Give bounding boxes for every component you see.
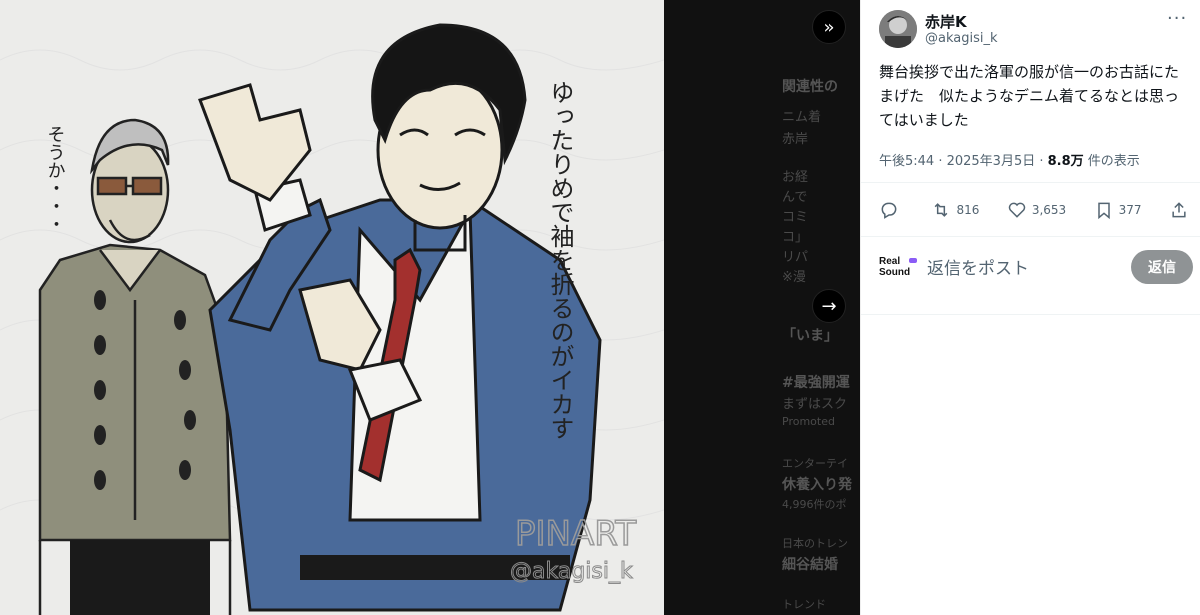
share-icon (1172, 202, 1186, 218)
reply-submit-button[interactable]: 返信 (1131, 250, 1193, 284)
backdrop-text: まずはスク (782, 397, 848, 412)
backdrop-text: エンターテイ (782, 457, 848, 470)
handwritten-text-right: ゆったりめで袖を折るのがイカす (546, 80, 574, 440)
watermark-handle: @akagisi_k (510, 559, 633, 584)
tweet-timestamp[interactable]: 午後5:44 · 2025年3月5日 · (879, 154, 1048, 169)
tweet-meta: 午後5:44 · 2025年3月5日 · 8.8万 件の表示 (879, 150, 1140, 169)
illustration-art: ゆったりめで袖を折るのがイカす そうか・・・ PINART @akagisi_k (0, 0, 664, 615)
backdrop-text: んで (782, 190, 808, 205)
backdrop-text: Promoted (782, 415, 835, 428)
logo-accent-dot (909, 258, 917, 263)
tweet-detail-pane: 赤岸K @akagisi_k ··· 舞台挨拶で出た洛軍の服が信一のお古話にたま… (860, 0, 1200, 615)
divider (861, 314, 1200, 315)
backdrop-heading: 「いま」 (782, 328, 838, 344)
chevron-double-right-icon: » (823, 16, 835, 38)
backdrop-text: トレンド (782, 598, 826, 611)
avatar-icon (879, 10, 917, 48)
arrow-right-icon: → (821, 295, 837, 317)
backdrop-text: 細谷結婚 (782, 557, 838, 573)
reply-icon (881, 202, 897, 219)
user-handle[interactable]: @akagisi_k (925, 31, 998, 46)
backdrop-text: 日本のトレン (782, 537, 848, 550)
divider (861, 236, 1200, 237)
next-image-button[interactable]: → (812, 289, 846, 323)
backdrop-text: ※漫 (782, 270, 806, 285)
like-button[interactable]: 3,653 (1007, 200, 1066, 220)
more-options-icon[interactable]: ··· (1167, 8, 1187, 29)
retweet-button[interactable]: 816 (931, 200, 979, 220)
action-bar: 816 3,653 377 (879, 198, 1189, 222)
reply-button[interactable] (879, 200, 904, 220)
watermark-signature: PINART (515, 514, 636, 554)
retweet-count: 816 (956, 203, 980, 217)
collapse-panel-button[interactable]: » (812, 10, 846, 44)
share-button[interactable] (1169, 200, 1189, 220)
backdrop-text: ニム着 (782, 110, 822, 125)
logo-text-line2: Sound (879, 267, 911, 278)
media-image[interactable]: ゆったりめで袖を折るのがイカす そうか・・・ PINART @akagisi_k (0, 0, 664, 615)
bookmark-icon (1097, 202, 1110, 220)
views-label: 件の表示 (1083, 154, 1140, 169)
handwritten-text-left: そうか・・・ (45, 125, 66, 233)
backdrop-heading: 関連性の (782, 79, 838, 95)
timeline-backdrop: 関連性の ニム着 赤岸 お経 んで コミ コ」 リパ ※漫 「いま」 #最強開運… (664, 0, 860, 615)
divider (861, 182, 1200, 183)
heart-icon (1008, 202, 1026, 218)
backdrop-text: リパ (782, 250, 809, 265)
reply-composer: Real Sound 返信をポスト 返信 (879, 248, 1193, 288)
backdrop-text: 休養入り発 (782, 477, 852, 493)
like-count: 3,653 (1031, 203, 1067, 217)
backdrop-text: 赤岸 (782, 132, 809, 147)
views-count: 8.8万 (1047, 154, 1084, 169)
backdrop-text: コ」 (782, 230, 809, 245)
display-name[interactable]: 赤岸K (925, 11, 967, 32)
retweet-icon (935, 203, 948, 217)
backdrop-text: お経 (782, 170, 809, 185)
tweet-text: 舞台挨拶で出た洛軍の服が信一のお古話にたまげた 似たようなデニム着てるなとは思っ… (879, 63, 1180, 129)
backdrop-text: #最強開運 (782, 375, 850, 391)
backdrop-text: コミ (782, 210, 809, 225)
avatar[interactable] (879, 10, 917, 48)
logo-text-line1: Real (879, 256, 901, 267)
bookmark-count: 377 (1118, 203, 1142, 217)
reply-input[interactable]: 返信をポスト (927, 254, 1029, 279)
backdrop-text: 4,996件のポ (782, 498, 847, 511)
bookmark-button[interactable]: 377 (1094, 200, 1142, 220)
